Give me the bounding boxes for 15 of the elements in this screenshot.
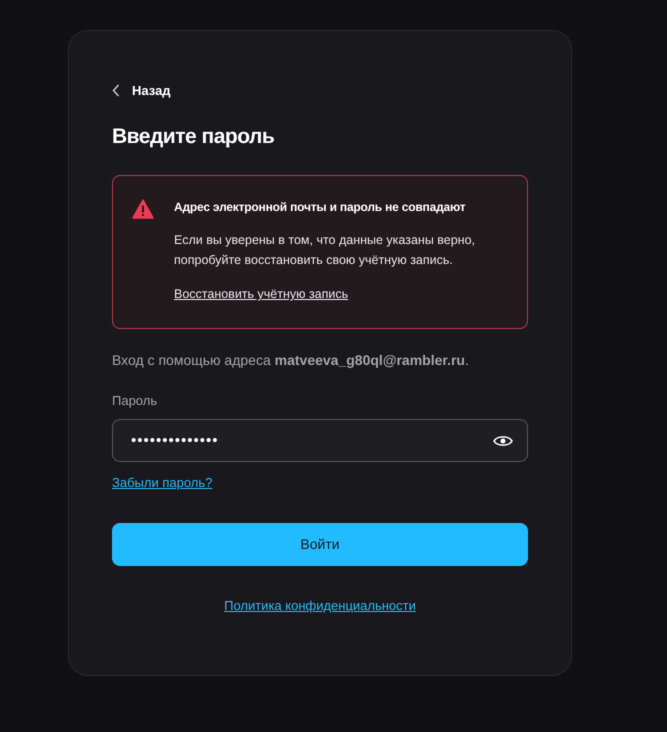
password-field[interactable]: ••••••••••••••	[112, 419, 528, 462]
alert-message: Если вы уверены в том, что данные указаны верно, попробуйте восстановить свою учётную запись.	[174, 232, 476, 269]
chevron-left-icon	[112, 84, 120, 98]
password-label: Пароль	[112, 392, 158, 410]
warning-icon	[132, 199, 154, 219]
password-value: ••••••••••••••	[131, 430, 220, 450]
eye-icon[interactable]	[493, 434, 513, 448]
forgot-password-link[interactable]: Забыли пароль?	[112, 473, 212, 493]
privacy-policy-link[interactable]: Политика конфиденциальности	[224, 596, 416, 616]
page-title: Введите пароль	[112, 124, 276, 150]
alert-title: Адрес электронной почты и пароль не совпадают	[174, 199, 466, 216]
login-button[interactable]: Войти	[112, 522, 528, 566]
login-info: Вход с помощью адреса matveeva_g80ql@rambler.ru.	[112, 350, 470, 370]
back-button[interactable]: Назад	[112, 81, 171, 100]
restore-account-link[interactable]: Восстановить учётную запись	[174, 285, 348, 304]
